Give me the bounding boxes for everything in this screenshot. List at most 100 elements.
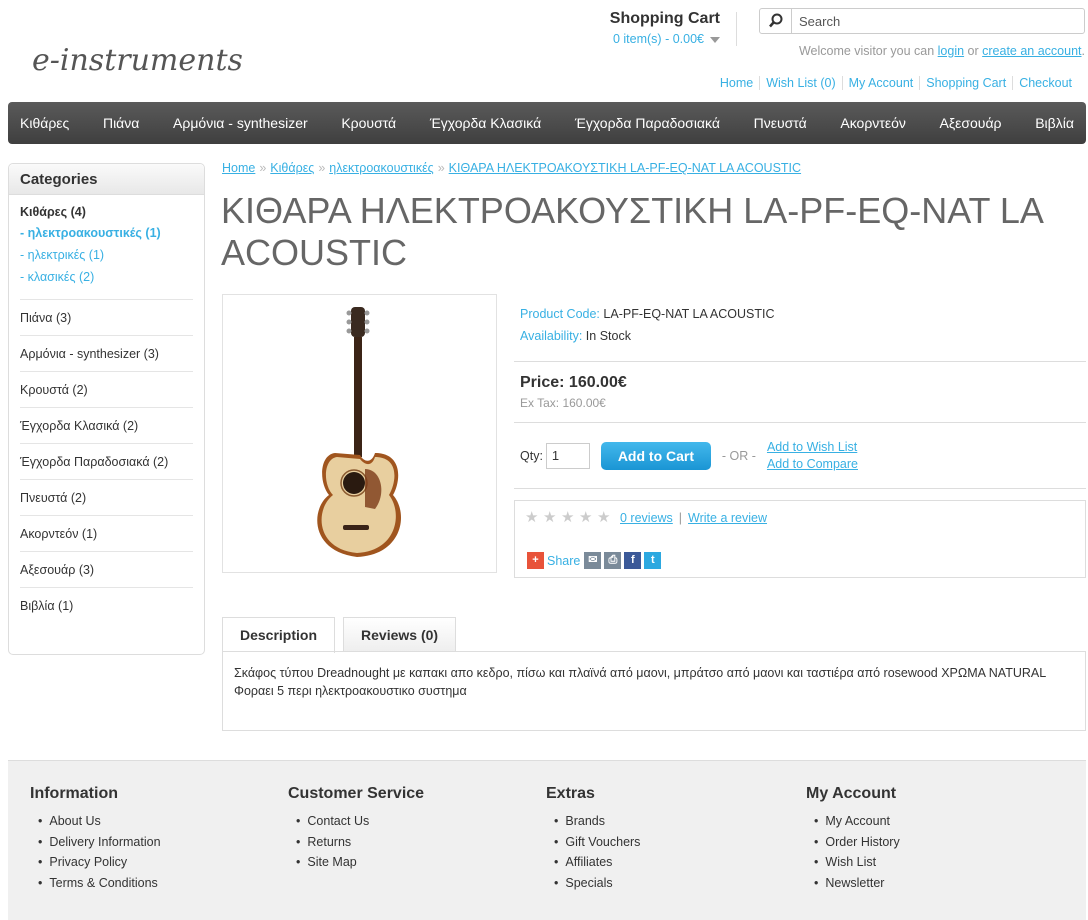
- menu-item-winds[interactable]: Πνευστά: [754, 115, 807, 131]
- category-link-guitars[interactable]: Κιθάρες (4): [20, 205, 193, 219]
- availability-row: Availability: In Stock: [520, 325, 1080, 347]
- top-link-home[interactable]: Home: [714, 76, 759, 90]
- menu-item-guitars[interactable]: Κιθάρες: [20, 115, 69, 131]
- review-share-box: ★ ★ ★ ★ ★ 0 reviews | Write a review + Share…: [514, 500, 1086, 578]
- header-cart[interactable]: Shopping Cart 0 item(s) - 0.00€: [590, 10, 720, 46]
- footer-column-customer-service: Customer Service Contact Us Returns Site…: [288, 785, 424, 873]
- reviews-count-link[interactable]: 0 reviews: [620, 511, 673, 525]
- subcategory-link[interactable]: - ηλεκτροακουστικές (1): [20, 225, 193, 241]
- top-link-cart[interactable]: Shopping Cart: [919, 76, 1013, 90]
- caret-down-icon: [710, 36, 720, 43]
- review-separator: |: [678, 511, 683, 525]
- category-link[interactable]: Αρμόνια - synthesizer (3): [20, 336, 193, 372]
- category-link[interactable]: Πιάνα (3): [20, 300, 193, 336]
- menu-item-classical-strings[interactable]: Έγχορδα Κλασικά: [430, 115, 541, 131]
- top-link-wishlist[interactable]: Wish List (0): [759, 76, 842, 90]
- breadcrumb-subcategory[interactable]: ηλεκτροακουστικές: [329, 161, 433, 175]
- footer-link[interactable]: Brands: [554, 811, 640, 832]
- write-review-link[interactable]: Write a review: [688, 511, 767, 525]
- price-block: Price: 160.00€ Ex Tax: 160.00€: [514, 362, 1086, 423]
- product-meta: Product Code: LA-PF-EQ-NAT LA ACOUSTIC A…: [514, 294, 1086, 362]
- category-link[interactable]: Ακορντεόν (1): [20, 516, 193, 552]
- footer-heading: Customer Service: [288, 785, 425, 802]
- email-icon[interactable]: ✉: [584, 552, 602, 569]
- product-code-label: Product Code:: [520, 307, 600, 321]
- tab-reviews[interactable]: Reviews (0): [343, 617, 457, 652]
- subcategory-link[interactable]: - κλασικές (2): [20, 269, 193, 285]
- categories-heading: Categories: [9, 164, 204, 195]
- footer-link[interactable]: Affiliates: [554, 852, 640, 873]
- facebook-icon[interactable]: f: [624, 552, 642, 569]
- top-link-account[interactable]: My Account: [841, 76, 920, 90]
- menu-item-synthesizers[interactable]: Αρμόνια - synthesizer: [173, 115, 308, 131]
- breadcrumb-separator: »: [318, 161, 326, 175]
- add-to-cart-button[interactable]: Add to Cart: [600, 441, 711, 470]
- categories-list: Κιθάρες (4) - ηλεκτροακουστικές (1) - ηλ…: [9, 195, 204, 624]
- qty-input[interactable]: [545, 442, 590, 469]
- category-link[interactable]: Αξεσουάρ (3): [20, 552, 193, 588]
- print-icon[interactable]: ⎙: [604, 552, 622, 569]
- footer-link[interactable]: My Account: [814, 811, 900, 832]
- top-links: Home Wish List (0) My Account Shopping Cart…: [714, 76, 1078, 90]
- footer-heading: Information: [30, 785, 118, 802]
- breadcrumb-separator: »: [437, 161, 445, 175]
- site-logo[interactable]: e-instruments: [30, 34, 270, 86]
- wish-compare-links: Add to Wish List Add to Compare: [767, 439, 858, 473]
- footer-link[interactable]: Returns: [296, 832, 424, 853]
- footer-link[interactable]: Specials: [554, 873, 640, 894]
- product-image[interactable]: [222, 294, 497, 573]
- menu-item-books[interactable]: Βιβλία: [1035, 115, 1074, 131]
- main-menu: Κιθάρες Πιάνα Αρμόνια - synthesizer Κρου…: [8, 102, 1086, 144]
- category-link[interactable]: Κρουστά (2): [20, 372, 193, 408]
- footer-link[interactable]: Delivery Information: [38, 832, 160, 853]
- welcome-message: Welcome visitor you can login or create …: [799, 44, 1085, 58]
- share-label[interactable]: Share: [547, 554, 580, 568]
- top-link-checkout[interactable]: Checkout: [1012, 76, 1078, 90]
- product-tabs: Description Reviews (0): [222, 617, 464, 653]
- add-to-wishlist-link[interactable]: Add to Wish List: [767, 439, 858, 456]
- logo-text: e-instruments: [32, 43, 243, 78]
- star-empty-icon: ★: [561, 509, 575, 526]
- login-link[interactable]: login: [938, 44, 964, 58]
- rating-stars: ★ ★ ★ ★ ★: [525, 509, 615, 526]
- menu-item-accessories[interactable]: Αξεσουάρ: [940, 115, 1002, 131]
- breadcrumb-home[interactable]: Home: [222, 161, 255, 175]
- tab-description[interactable]: Description: [222, 617, 336, 653]
- subcategory-link[interactable]: - ηλεκτρικές (1): [20, 247, 193, 263]
- menu-item-traditional-strings[interactable]: Έγχορδα Παραδοσιακά: [575, 115, 720, 131]
- search-button[interactable]: [760, 9, 792, 33]
- category-link[interactable]: Έγχορδα Κλασικά (2): [20, 408, 193, 444]
- create-account-link[interactable]: create an account: [982, 44, 1081, 58]
- footer-link[interactable]: Newsletter: [814, 873, 900, 894]
- footer-link[interactable]: Terms & Conditions: [38, 873, 161, 894]
- menu-item-accordion[interactable]: Ακορντεόν: [840, 115, 905, 131]
- add-to-compare-link[interactable]: Add to Compare: [767, 456, 858, 473]
- footer-link[interactable]: Contact Us: [296, 811, 424, 832]
- menu-item-percussion[interactable]: Κρουστά: [341, 115, 396, 131]
- footer-link[interactable]: Wish List: [814, 852, 900, 873]
- breadcrumb-product[interactable]: ΚΙΘΑΡΑ ΗΛΕΚΤΡΟΑΚΟΥΣΤΙΚΗ LA-PF-EQ-NAT LA …: [449, 161, 801, 175]
- or-separator: - OR -: [721, 448, 756, 463]
- breadcrumb-guitars[interactable]: Κιθάρες: [270, 161, 314, 175]
- footer-link[interactable]: Site Map: [296, 852, 424, 873]
- category-link[interactable]: Έγχορδα Παραδοσιακά (2): [20, 444, 193, 480]
- cart-summary[interactable]: 0 item(s) - 0.00€: [590, 32, 720, 46]
- product-code-row: Product Code: LA-PF-EQ-NAT LA ACOUSTIC: [520, 303, 1080, 325]
- twitter-icon[interactable]: t: [644, 552, 662, 569]
- search-input[interactable]: [793, 9, 1083, 33]
- category-link[interactable]: Βιβλία (1): [20, 588, 193, 624]
- category-link[interactable]: Πνευστά (2): [20, 480, 193, 516]
- categories-box: Categories Κιθάρες (4) - ηλεκτροακουστικ…: [8, 163, 205, 655]
- footer-link[interactable]: Gift Vouchers: [554, 832, 640, 853]
- ex-tax-price: Ex Tax: 160.00€: [520, 396, 606, 410]
- price: Price: 160.00€: [520, 374, 627, 391]
- breadcrumb-separator: »: [259, 161, 267, 175]
- plus-icon[interactable]: +: [527, 552, 544, 569]
- footer-link[interactable]: Privacy Policy: [38, 852, 161, 873]
- availability-value: In Stock: [585, 329, 631, 343]
- footer-link[interactable]: Order History: [814, 832, 899, 853]
- star-empty-icon: ★: [525, 509, 539, 526]
- footer-column-my-account: My Account My Account Order History Wish…: [806, 785, 900, 893]
- menu-item-pianos[interactable]: Πιάνα: [103, 115, 139, 131]
- footer-link[interactable]: About Us: [38, 811, 161, 832]
